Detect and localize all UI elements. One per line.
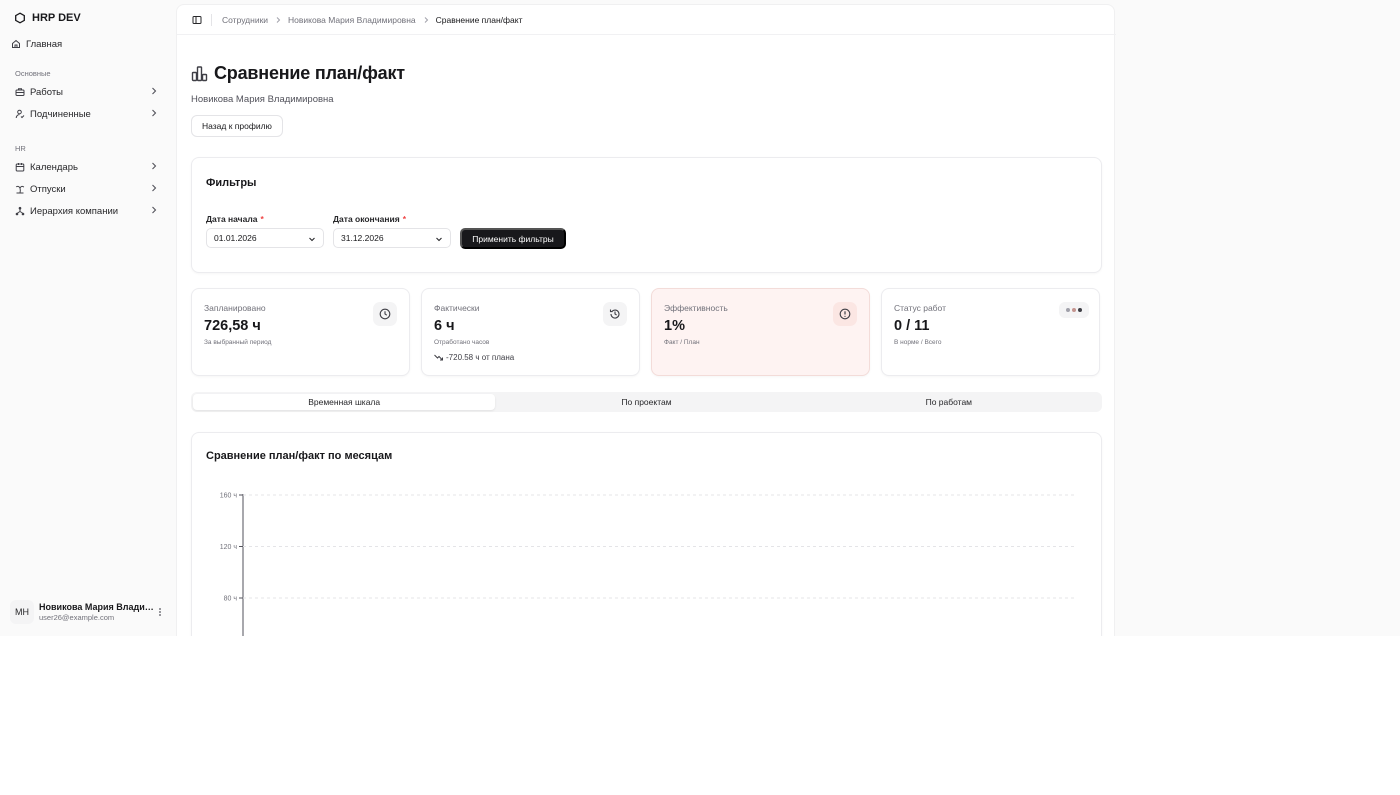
user-name: Новикова Мария Владимировна	[39, 602, 155, 612]
tab-by-works[interactable]: По работам	[798, 394, 1100, 410]
back-to-profile-button[interactable]: Назад к профилю	[191, 115, 283, 137]
status-dot	[1072, 308, 1076, 312]
main-panel: Сотрудники Новикова Мария Владимировна С…	[176, 4, 1116, 636]
sidebar-item-calendar[interactable]: Календарь	[10, 157, 165, 177]
chevron-right-icon	[152, 87, 157, 95]
stat-label: Эффективность	[664, 303, 728, 313]
end-date-select[interactable]: 31.12.2026	[333, 228, 451, 248]
tab-timeline[interactable]: Временная шкала	[193, 394, 496, 410]
sidebar-item-label: Отпуски	[30, 183, 66, 195]
status-dot	[1066, 308, 1070, 312]
stat-value: 726,58 ч	[204, 318, 261, 334]
view-tabs: Временная шкала По проектам По работам	[191, 392, 1102, 412]
start-date-label: Дата начала *	[206, 214, 264, 224]
trending-down-icon	[434, 354, 443, 361]
chevron-right-icon	[152, 206, 157, 214]
stat-label: Запланировано	[204, 303, 266, 313]
chevron-right-icon	[276, 16, 281, 23]
sidebar-item-label: Работы	[30, 86, 63, 98]
stat-card-actual: Фактически 6 ч Отработано часов -720.58 …	[421, 288, 640, 376]
chevron-right-icon	[152, 184, 157, 192]
sidebar: HRP DEV Главная Основные Работы Подчинен…	[0, 0, 175, 636]
sidebar-item-home[interactable]: Главная	[6, 34, 161, 54]
y-tick-label: 80 ч	[224, 596, 238, 603]
brand-logo-icon	[15, 12, 25, 24]
sidebar-item-label: Календарь	[30, 161, 78, 173]
top-bar: Сотрудники Новикова Мария Владимировна С…	[177, 5, 1116, 35]
stat-value: 6 ч	[434, 318, 455, 334]
end-date-value: 31.12.2026	[341, 233, 384, 243]
stat-trend-text: -720.58 ч от плана	[446, 353, 515, 362]
start-date-value: 01.01.2026	[214, 233, 257, 243]
breadcrumb: Сотрудники Новикова Мария Владимировна С…	[222, 15, 522, 25]
y-tick-label: 160 ч	[220, 493, 238, 500]
breadcrumb-current: Сравнение план/факт	[435, 14, 523, 25]
sidebar-item-label: Главная	[26, 38, 63, 50]
sidebar-toggle-icon[interactable]	[192, 15, 202, 25]
stat-label: Фактически	[434, 303, 480, 313]
chevron-right-icon	[152, 162, 157, 170]
clock-history-icon	[603, 302, 627, 326]
user-menu[interactable]: МН Новикова Мария Владимировна user26@ex…	[10, 596, 165, 628]
plan-fact-chart: 160 ч 120 ч 80 ч	[220, 493, 1077, 636]
chevron-down-icon	[309, 237, 315, 242]
section-label-hr: HR	[15, 144, 26, 153]
chart-card: Сравнение план/факт по месяцам 160 ч 120 …	[191, 432, 1102, 636]
end-date-label: Дата окончания *	[333, 214, 406, 224]
stat-card-planned: Запланировано 726,58 ч За выбранный пери…	[191, 288, 410, 376]
chevron-down-icon	[436, 237, 442, 242]
brand[interactable]: HRP DEV	[14, 12, 81, 24]
stat-note: В норме / Всего	[894, 339, 942, 346]
palm-tree-icon	[14, 183, 26, 195]
chevron-right-icon	[152, 109, 157, 117]
breadcrumb-employees[interactable]: Сотрудники	[222, 15, 268, 25]
start-date-select[interactable]: 01.01.2026	[206, 228, 324, 248]
y-tick-label: 120 ч	[220, 544, 238, 551]
brand-name: HRP DEV	[32, 12, 81, 24]
bar-chart-icon	[191, 66, 208, 82]
alert-circle-icon	[833, 302, 857, 326]
stat-value: 0 / 11	[894, 318, 930, 334]
chevron-right-icon	[424, 16, 428, 23]
stat-card-efficiency: Эффективность 1% Факт / План	[651, 288, 870, 376]
clock-icon	[373, 302, 397, 326]
stat-note: Отработано часов	[434, 339, 490, 346]
apply-filters-button[interactable]: Применить фильтры	[460, 228, 566, 249]
briefcase-icon	[14, 86, 26, 98]
sidebar-item-hierarchy[interactable]: Иерархия компании	[10, 201, 165, 221]
sidebar-item-label: Подчиненные	[30, 108, 91, 120]
page-title: Сравнение план/факт	[214, 63, 405, 83]
app-viewport: HRP DEV Главная Основные Работы Подчинен…	[0, 0, 1400, 636]
status-dots-icon	[1059, 302, 1089, 318]
stat-label: Статус работ	[894, 303, 946, 313]
sidebar-item-subordinates[interactable]: Подчиненные	[10, 104, 165, 124]
stat-note: Факт / План	[664, 339, 700, 346]
user-check-icon	[14, 108, 26, 120]
filters-card: Фильтры Дата начала * 01.01.2026 Дата око…	[191, 157, 1102, 273]
page-subtitle: Новикова Мария Владимировна	[191, 94, 334, 105]
breadcrumb-employee-name[interactable]: Новикова Мария Владимировна	[288, 15, 416, 25]
sidebar-item-works[interactable]: Работы	[10, 82, 165, 102]
network-icon	[14, 205, 26, 217]
avatar: МН	[10, 600, 34, 624]
home-icon	[10, 38, 22, 50]
stat-card-work-status: Статус работ 0 / 11 В норме / Всего	[881, 288, 1100, 376]
tab-by-projects[interactable]: По проектам	[495, 394, 797, 410]
sidebar-item-vacations[interactable]: Отпуски	[10, 179, 165, 199]
filters-title: Фильтры	[206, 177, 257, 189]
sidebar-item-label: Иерархия компании	[30, 205, 119, 217]
stat-value: 1%	[664, 318, 685, 334]
calendar-icon	[14, 161, 26, 173]
status-dot	[1078, 308, 1082, 312]
divider	[211, 13, 212, 26]
section-label-main: Основные	[15, 69, 51, 78]
stat-note: За выбранный период	[204, 339, 272, 346]
more-vertical-icon[interactable]	[155, 605, 165, 619]
page-header: Сравнение план/факт	[191, 63, 405, 84]
user-email: user26@example.com	[39, 613, 115, 622]
stat-trend: -720.58 ч от плана	[434, 353, 514, 362]
